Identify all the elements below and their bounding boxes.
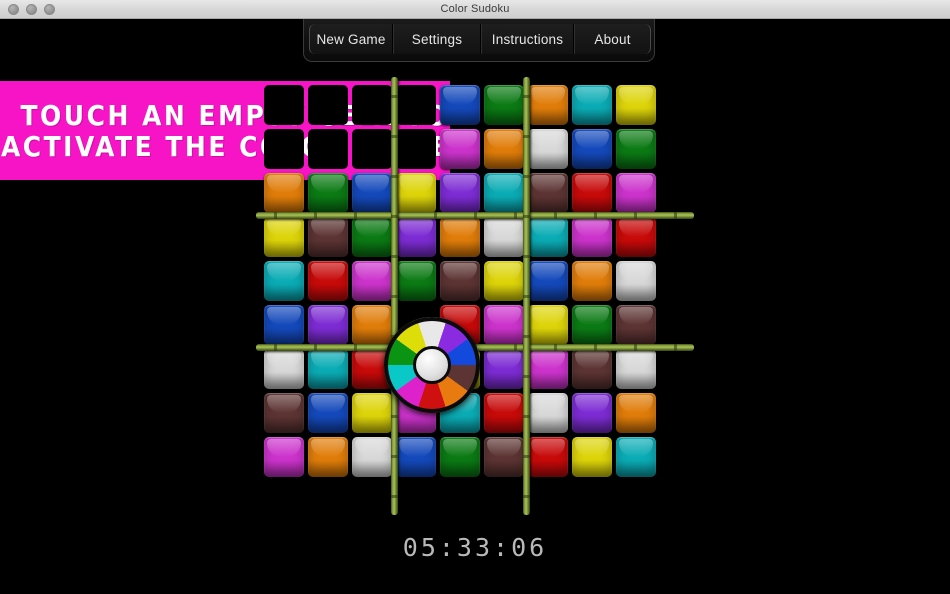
board-cell[interactable] [396,437,436,477]
board-cell[interactable] [616,173,656,213]
board-cell[interactable] [352,437,392,477]
board-cell[interactable] [264,437,304,477]
board-cell[interactable] [484,129,524,169]
board-cell[interactable] [528,261,568,301]
board-cell[interactable] [484,437,524,477]
board-cell[interactable] [572,393,612,433]
close-button[interactable] [8,4,19,15]
board-cell[interactable] [528,217,568,257]
board-cell[interactable] [572,85,612,125]
board-cell[interactable] [352,217,392,257]
board-cell[interactable] [308,393,348,433]
board-cell[interactable] [528,393,568,433]
board-cell[interactable] [440,173,480,213]
board-cell[interactable] [572,437,612,477]
board-cell[interactable] [264,217,304,257]
menu-settings-label: Settings [411,31,463,47]
board-cell[interactable] [528,305,568,345]
window-titlebar: Color Sudoku [0,0,950,19]
board-cell[interactable] [396,129,436,169]
game-timer: 05:33:06 [402,533,548,562]
board-cell[interactable] [396,261,436,301]
board-cell[interactable] [396,217,436,257]
menu-new-game[interactable]: New Game [309,24,393,54]
menu-about[interactable]: About [574,24,651,54]
board-cell[interactable] [308,437,348,477]
color-wheel-hub[interactable] [413,346,451,384]
board-cell[interactable] [396,85,436,125]
board-cell[interactable] [264,393,304,433]
menu-instructions[interactable]: Instructions [481,24,574,54]
menu-instructions-label: Instructions [491,31,564,47]
board-cell[interactable] [572,173,612,213]
board-cell[interactable] [440,129,480,169]
board-cell[interactable] [572,305,612,345]
board-cell[interactable] [352,305,392,345]
board-cell[interactable] [528,173,568,213]
board-cell[interactable] [616,305,656,345]
minimize-button[interactable] [26,4,37,15]
board-cell[interactable] [484,349,524,389]
sudoku-board[interactable] [256,77,694,515]
board-cell[interactable] [308,217,348,257]
board-cell[interactable] [308,129,348,169]
color-picker-wheel[interactable] [384,317,480,413]
menu-settings[interactable]: Settings [393,24,481,54]
traffic-light-group [8,0,55,19]
menu-new-game-label: New Game [316,31,386,47]
board-cell[interactable] [616,85,656,125]
board-cell[interactable] [308,173,348,213]
board-cell[interactable] [308,305,348,345]
board-cell[interactable] [528,349,568,389]
board-cell[interactable] [440,217,480,257]
board-cell[interactable] [352,129,392,169]
app-stage: New Game Settings Instructions About TOUCH … [0,19,950,594]
board-cell[interactable] [528,85,568,125]
board-cell[interactable] [528,129,568,169]
block-separator-horizontal [256,212,694,219]
board-cell[interactable] [484,305,524,345]
block-separator-vertical [391,77,398,515]
board-cell[interactable] [352,173,392,213]
board-cell[interactable] [308,85,348,125]
board-cell[interactable] [572,129,612,169]
board-cell[interactable] [484,173,524,213]
board-cell[interactable] [352,85,392,125]
board-cell[interactable] [616,437,656,477]
board-cell[interactable] [616,217,656,257]
board-cell[interactable] [264,261,304,301]
board-cell[interactable] [616,349,656,389]
board-cell[interactable] [264,305,304,345]
board-cell[interactable] [264,349,304,389]
board-cell[interactable] [484,393,524,433]
board-cell[interactable] [484,217,524,257]
board-cell[interactable] [616,393,656,433]
board-cell[interactable] [352,393,392,433]
menu-bar: New Game Settings Instructions About [303,19,655,62]
board-cell[interactable] [308,349,348,389]
board-cell[interactable] [572,261,612,301]
board-cell[interactable] [572,217,612,257]
board-cell[interactable] [264,129,304,169]
board-cell[interactable] [484,261,524,301]
block-separator-vertical [523,77,530,515]
board-cell[interactable] [308,261,348,301]
zoom-button[interactable] [44,4,55,15]
board-cell[interactable] [616,129,656,169]
menu-about-label: About [594,31,631,47]
board-cell[interactable] [396,173,436,213]
board-cell[interactable] [440,85,480,125]
board-cell[interactable] [440,261,480,301]
board-cell[interactable] [528,437,568,477]
board-cell[interactable] [440,437,480,477]
board-cell[interactable] [572,349,612,389]
board-cell[interactable] [484,85,524,125]
board-cell[interactable] [264,173,304,213]
window-title: Color Sudoku [440,3,510,15]
board-cell[interactable] [264,85,304,125]
board-cell[interactable] [352,261,392,301]
board-cell[interactable] [616,261,656,301]
